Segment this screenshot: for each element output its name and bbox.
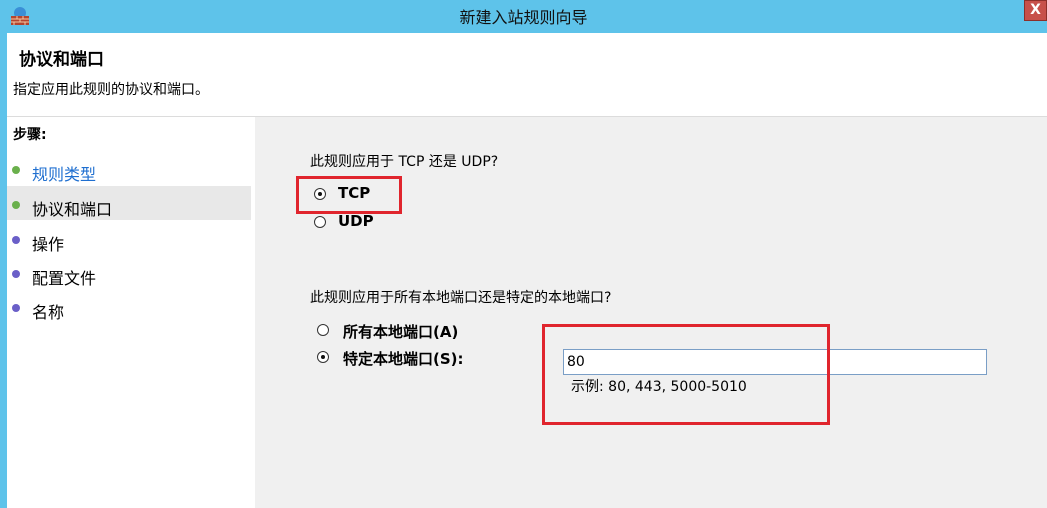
step-action: 操作 bbox=[7, 221, 251, 255]
protocol-question: 此规则应用于 TCP 还是 UDP? bbox=[310, 154, 499, 170]
step-pending-dot-icon bbox=[12, 236, 20, 244]
close-button[interactable]: X bbox=[1024, 0, 1047, 21]
all-ports-radio-label[interactable]: 所有本地端口(A) bbox=[343, 321, 458, 342]
step-name: 名称 bbox=[7, 289, 251, 323]
step-profile: 配置文件 bbox=[7, 255, 251, 289]
step-rule-type[interactable]: 规则类型 bbox=[7, 151, 251, 185]
specific-ports-radio-label[interactable]: 特定本地端口(S): bbox=[343, 348, 464, 369]
wizard-header: 协议和端口 指定应用此规则的协议和端口。 bbox=[7, 33, 1047, 117]
ports-question: 此规则应用于所有本地端口还是特定的本地端口? bbox=[310, 290, 612, 306]
window-title: 新建入站规则向导 bbox=[459, 8, 588, 27]
udp-radio[interactable] bbox=[314, 216, 326, 228]
steps-pane: 步骤: 规则类型 协议和端口 操作 配置文件 名称 bbox=[7, 117, 255, 508]
step-label: 规则类型 bbox=[32, 165, 97, 184]
specific-ports-radio[interactable] bbox=[317, 351, 329, 363]
step-completed-dot-icon bbox=[12, 166, 20, 174]
step-pending-dot-icon bbox=[12, 304, 20, 312]
page-title: 协议和端口 bbox=[19, 50, 104, 70]
page-description: 指定应用此规则的协议和端口。 bbox=[13, 82, 209, 98]
ports-highlight-box bbox=[542, 324, 830, 425]
all-ports-radio[interactable] bbox=[317, 324, 329, 336]
steps-title: 步骤: bbox=[13, 127, 47, 143]
step-label: 操作 bbox=[32, 235, 65, 254]
step-protocol-ports[interactable]: 协议和端口 bbox=[7, 186, 251, 220]
tcp-highlight-box bbox=[296, 176, 402, 214]
step-pending-dot-icon bbox=[12, 270, 20, 278]
step-current-dot-icon bbox=[12, 201, 20, 209]
window-frame-left bbox=[0, 33, 7, 508]
step-label: 配置文件 bbox=[32, 269, 97, 288]
close-icon: X bbox=[1030, 2, 1041, 18]
step-label: 名称 bbox=[32, 303, 65, 322]
udp-radio-label[interactable]: UDP bbox=[338, 212, 374, 230]
step-label: 协议和端口 bbox=[32, 200, 113, 219]
